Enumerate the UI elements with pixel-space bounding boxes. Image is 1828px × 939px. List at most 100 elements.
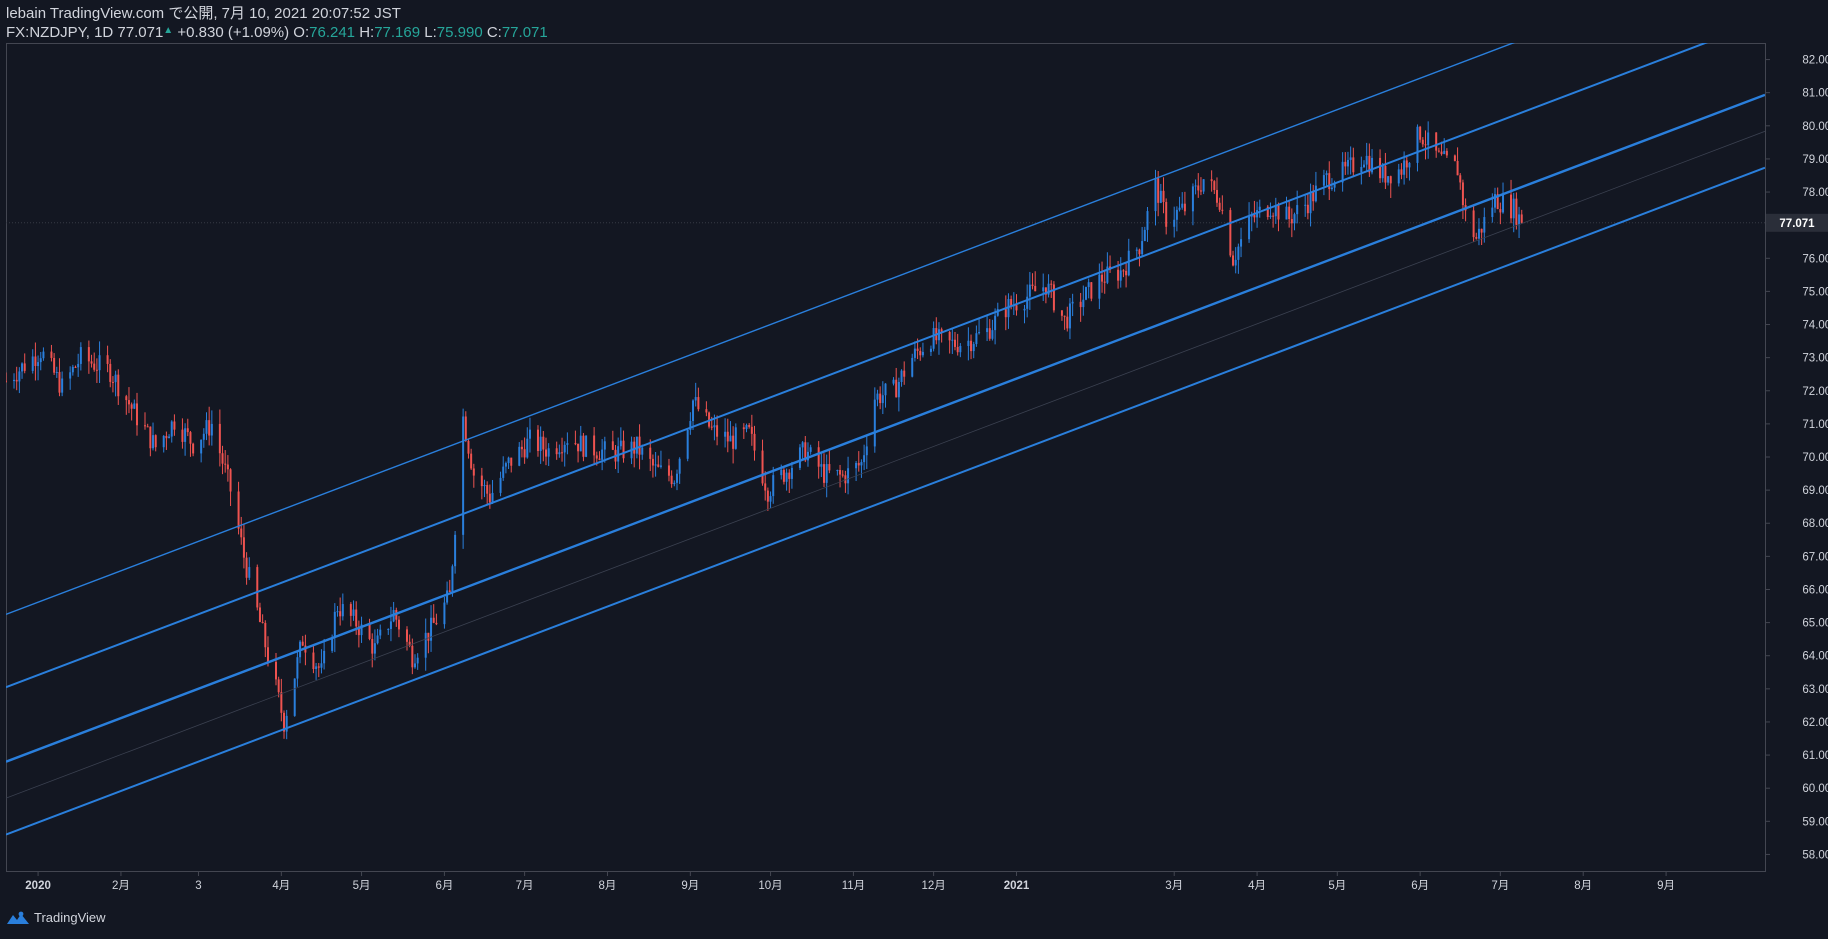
time-tick-label: 4月 (272, 880, 290, 892)
candle-body (296, 657, 299, 679)
candle-body (1050, 283, 1053, 285)
candle-body (106, 355, 109, 364)
candle-body (593, 435, 596, 456)
candle-body (221, 453, 224, 464)
candle-body (1221, 209, 1224, 211)
candle-body (801, 442, 804, 448)
candle-body (93, 363, 96, 370)
candle-body (1119, 270, 1122, 281)
channel-line-lower[interactable] (6, 166, 1765, 836)
candle-body (1202, 179, 1205, 192)
candle-body (638, 436, 641, 455)
candle-body (1079, 301, 1082, 308)
candle-body (1403, 160, 1406, 175)
candle-body (978, 332, 981, 334)
candle-body (673, 482, 676, 485)
candle-body (657, 464, 660, 467)
channel-layer[interactable] (6, 0, 1765, 836)
candle-body (975, 333, 978, 345)
candle-body (577, 443, 580, 452)
candle-body (1363, 164, 1366, 168)
price-tick-label: 71.000 (1802, 419, 1828, 431)
price-tick-label: 69.000 (1802, 485, 1828, 497)
candle-body (411, 645, 414, 668)
candle-body (427, 632, 430, 641)
candle-body (208, 420, 211, 436)
candle-body (1461, 182, 1464, 206)
candle-body (226, 464, 229, 470)
candle-body (1296, 205, 1299, 215)
time-tick-label: 7月 (516, 880, 534, 892)
candle-body (1199, 190, 1202, 192)
candle-body (462, 416, 465, 535)
time-tick-label: 3月 (1165, 880, 1183, 892)
candle-body (1087, 282, 1090, 288)
candle-body (454, 534, 457, 567)
candle-body (266, 647, 269, 662)
candle-body (237, 491, 240, 529)
candle-body (1322, 175, 1325, 186)
candle-body (769, 496, 772, 502)
candle-body (1015, 305, 1018, 311)
candle-body (911, 357, 914, 377)
channel-line-upper[interactable] (6, 20, 1765, 689)
channel-line-outer-upper[interactable] (6, 0, 1765, 615)
candle-body (1365, 155, 1368, 165)
candle-body (863, 455, 866, 463)
price-tick-label: 63.000 (1802, 684, 1828, 696)
candle-body (710, 426, 713, 428)
candle-body (127, 400, 130, 405)
candle-body (229, 469, 232, 492)
candle-body (1330, 187, 1333, 190)
candle-body (109, 363, 112, 382)
price-tick-label: 80.000 (1802, 121, 1828, 133)
candle-body (919, 350, 922, 356)
candle-body (264, 622, 267, 648)
candle-body (1325, 173, 1328, 176)
candle-body (486, 485, 489, 494)
candle-body (1210, 179, 1213, 182)
footer-brand[interactable]: TradingView (6, 910, 106, 925)
candle-body (603, 441, 606, 450)
price-tick-label: 58.000 (1802, 849, 1828, 861)
candle-body (245, 557, 248, 578)
price-tick-label: 79.000 (1802, 154, 1828, 166)
candle-body (1419, 126, 1422, 140)
candle-body (1491, 207, 1494, 218)
candle-body (1314, 185, 1317, 202)
candle-body (435, 622, 438, 625)
candle-body (1117, 269, 1120, 281)
candle-body (654, 464, 657, 466)
candle-body (884, 383, 887, 396)
candle-body (1379, 157, 1382, 179)
candle-body (1499, 209, 1502, 213)
channel-line-median[interactable] (6, 93, 1765, 763)
time-tick-label: 3 (195, 880, 201, 892)
time-tick-label: 2月 (112, 880, 130, 892)
candle-body (900, 370, 903, 382)
candle-body (74, 366, 77, 368)
candle-body (649, 447, 652, 459)
price-axis[interactable]: 58.000 59.000 60.000 61.000 62.000 63.000 64.0… (1765, 55, 1828, 862)
time-tick-label: 9月 (681, 880, 699, 892)
candle-body (1173, 219, 1176, 227)
candle-body (1306, 204, 1309, 214)
channel-guide-line (6, 130, 1765, 799)
price-tick-label: 60.000 (1802, 783, 1828, 795)
candle-body (823, 464, 826, 483)
candle-body (892, 379, 895, 384)
candle-body (1416, 126, 1419, 163)
candle-body (1480, 228, 1483, 233)
candle-body (780, 469, 783, 476)
time-tick-label: 5月 (1328, 880, 1346, 892)
candle-body (1103, 281, 1106, 283)
candle-body (1125, 270, 1128, 276)
candle-body (488, 493, 491, 503)
candle-body (389, 621, 392, 630)
candle-body (130, 404, 133, 409)
candle-body (1408, 162, 1411, 168)
candle-body (432, 617, 435, 623)
time-axis[interactable]: 2020 2月 3 4月 5月 6月 7月 8月 9月 10月 11月 12月 2021 3月 4月 5月 6月… (25, 871, 1675, 892)
price-chart[interactable]: 58.000 59.000 60.000 61.000 62.000 63.000 64.0… (0, 0, 1828, 939)
candle-body (1052, 284, 1055, 311)
